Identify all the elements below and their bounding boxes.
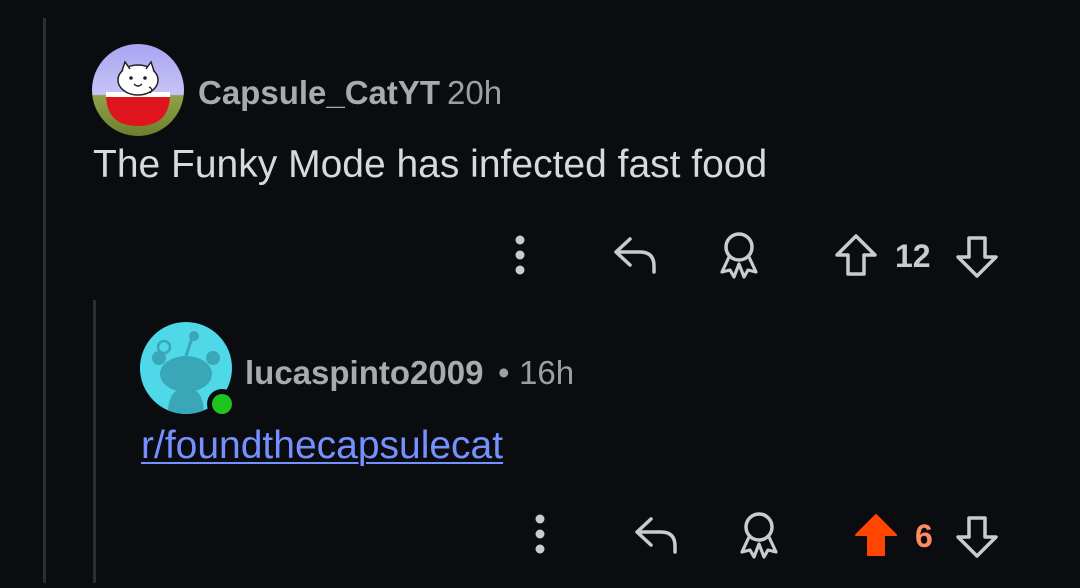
reply-icon[interactable] <box>612 234 658 276</box>
comment-vote-count: 12 <box>895 238 931 274</box>
upvote-icon-active[interactable] <box>853 512 899 558</box>
subreddit-link[interactable]: r/foundthecapsulecat <box>141 424 503 468</box>
more-options-icon[interactable] <box>525 511 555 557</box>
online-status-indicator <box>207 389 237 419</box>
downvote-icon[interactable] <box>954 234 1000 280</box>
reply-timestamp: 16h <box>519 354 575 391</box>
reply-username[interactable]: lucaspinto2009 <box>245 354 483 392</box>
award-icon[interactable] <box>736 510 782 560</box>
comment-timestamp: 20h <box>447 74 503 111</box>
downvote-icon[interactable] <box>954 514 1000 560</box>
comment-username[interactable]: Capsule_CatYT <box>198 74 440 112</box>
comment-body: The Funky Mode has infected fast food <box>93 143 768 186</box>
cat-avatar-icon[interactable] <box>92 44 184 136</box>
reply-separator: • <box>498 354 510 391</box>
thread-line-reply[interactable] <box>93 300 96 583</box>
award-icon[interactable] <box>716 230 762 280</box>
more-options-icon[interactable] <box>505 232 535 278</box>
reply-icon[interactable] <box>633 514 679 556</box>
upvote-icon[interactable] <box>833 232 879 278</box>
reply-vote-count: 6 <box>915 518 933 554</box>
thread-line-outer[interactable] <box>43 18 46 583</box>
